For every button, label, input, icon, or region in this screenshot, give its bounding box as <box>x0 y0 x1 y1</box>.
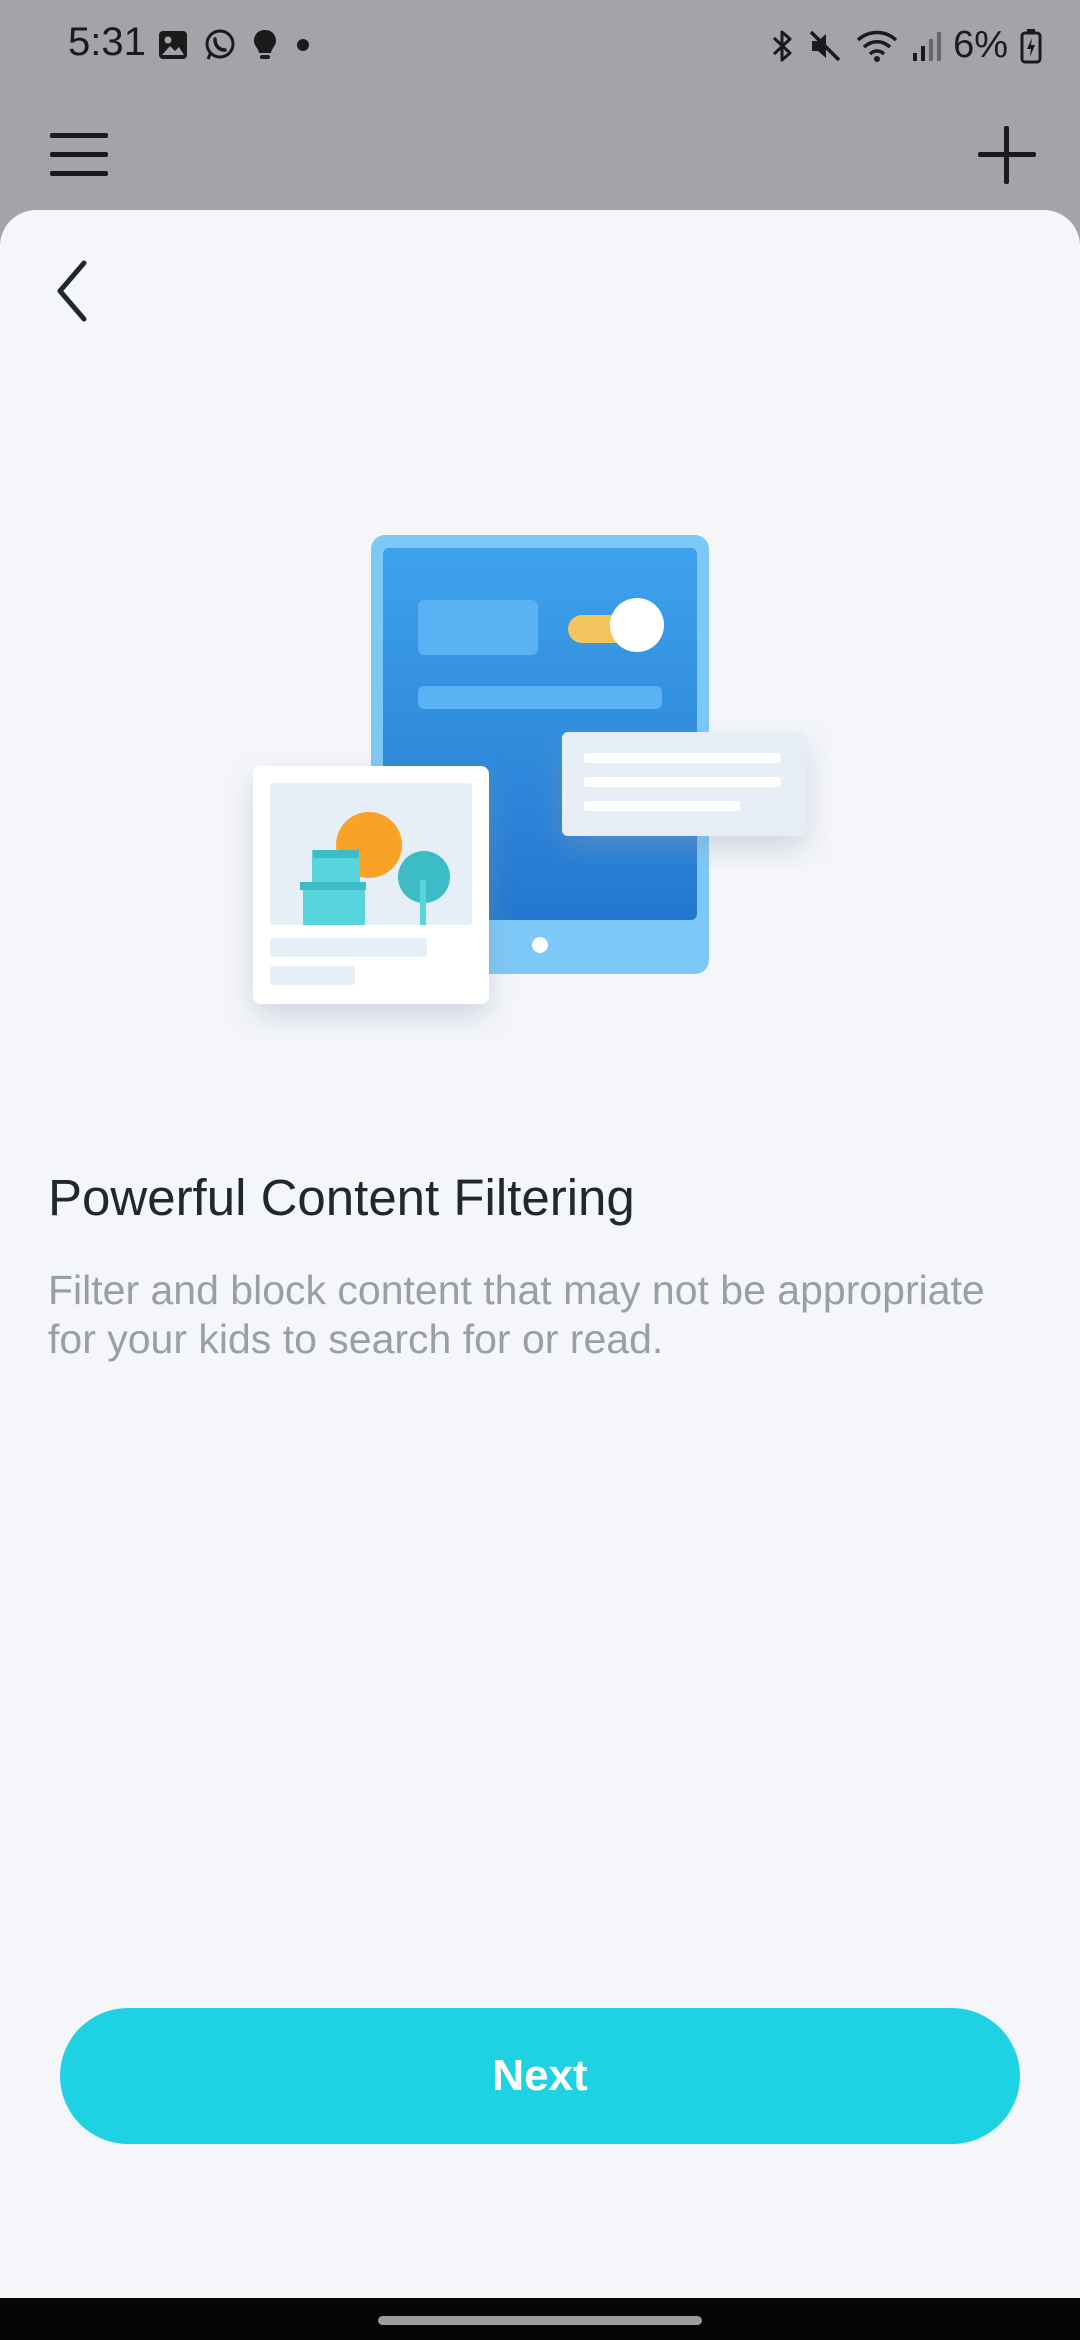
content-filter-illustration <box>253 535 807 1004</box>
page-description: Filter and block content that may not be… <box>48 1267 985 1362</box>
next-button-label: Next <box>492 2051 588 2100</box>
app-bar <box>0 95 1080 210</box>
system-nav-bar <box>0 2298 1080 2340</box>
bulb-icon <box>254 30 276 59</box>
battery-percent: 6% <box>953 24 1008 66</box>
plus-icon <box>978 126 1036 184</box>
status-time: 5:31 <box>68 20 146 64</box>
gallery-icon <box>159 31 187 59</box>
bluetooth-icon <box>773 30 792 61</box>
dot-icon <box>297 39 309 51</box>
home-indicator[interactable] <box>378 2316 702 2325</box>
next-button[interactable]: Next <box>60 2008 1020 2144</box>
whatsapp-icon <box>205 29 235 60</box>
menu-button[interactable] <box>46 125 112 185</box>
status-bar: 5:31 6% <box>0 0 1080 95</box>
status-notification-icons <box>157 28 313 62</box>
wifi-icon <box>856 30 898 62</box>
menu-icon <box>50 133 108 176</box>
mute-icon <box>809 30 841 61</box>
photo-card-graphic <box>253 766 489 1004</box>
page-title: Powerful Content Filtering <box>48 1169 635 1226</box>
onboarding-sheet: Powerful Content Filtering Filter and bl… <box>0 210 1080 2298</box>
battery-icon <box>1020 28 1042 63</box>
status-system-icons: 6% <box>771 24 1042 67</box>
signal-icon <box>913 31 942 61</box>
add-button[interactable] <box>974 122 1040 188</box>
